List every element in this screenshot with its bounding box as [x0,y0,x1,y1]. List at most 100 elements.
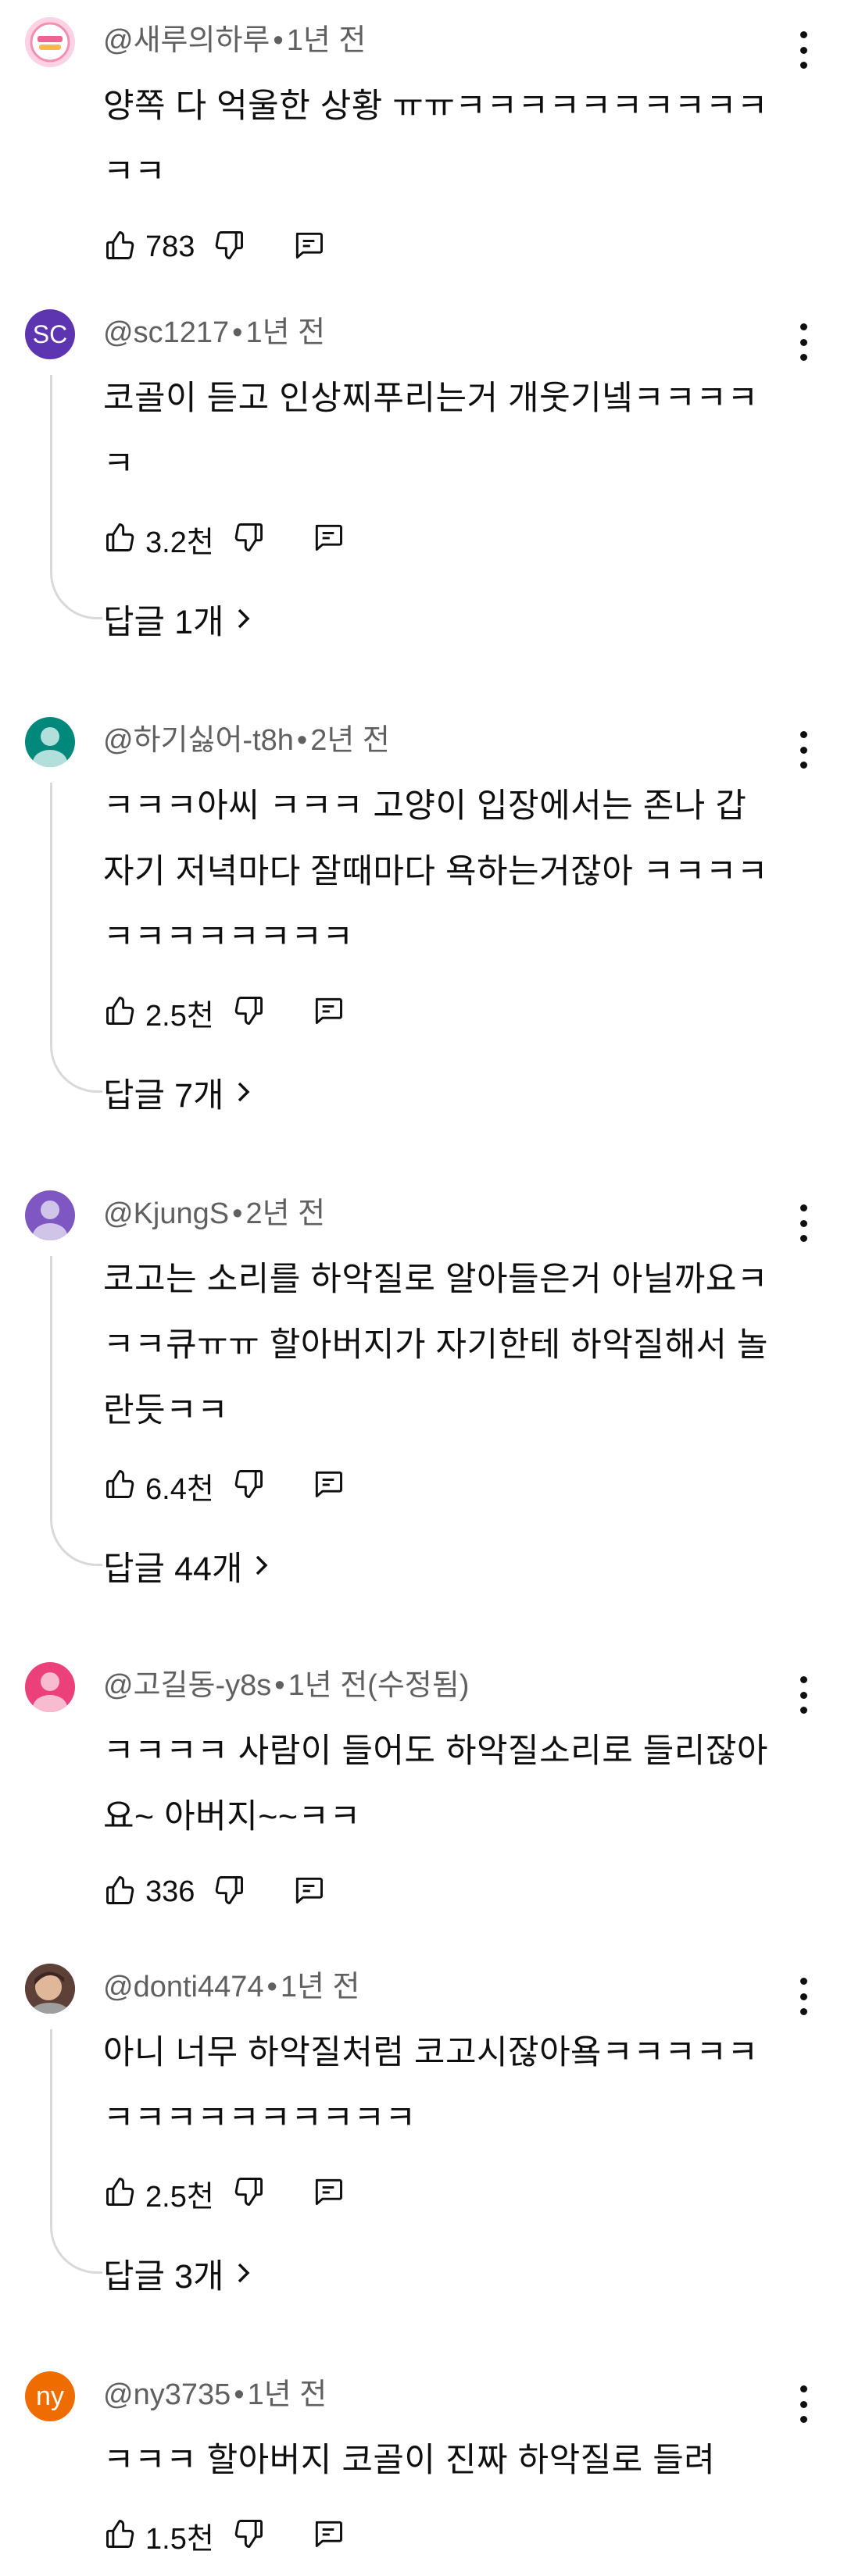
replies-label: 답글 44개 [103,1550,243,1588]
default-avatar-icon [33,1201,67,1240]
view-replies-button[interactable]: 답글 1개 [103,595,252,644]
comment-author[interactable]: @고길동-y8s [103,1669,271,1702]
avatar-letter: ny [36,2381,64,2411]
replies-label: 답글 7개 [103,1077,224,1115]
more-options-icon[interactable] [794,2385,813,2423]
like-count: 336 [145,1875,195,1908]
separator-dot: • [273,24,284,57]
dislike-icon[interactable] [231,994,266,1032]
like-icon[interactable] [103,994,138,1032]
like-icon[interactable] [103,1467,138,1505]
comment-author[interactable]: @ny3735 [103,2378,231,2411]
dislike-icon[interactable] [231,520,266,558]
comment-text: 아니 너무 하악질처럼 코고시잖아욬ㅋㅋㅋㅋㅋㅋㅋㅋㅋㅋㅋㅋㅋㅋㅋ [103,2034,759,2137]
dislike-icon[interactable] [231,1467,266,1505]
reply-icon[interactable] [311,2517,345,2555]
default-avatar-icon [33,1672,67,1712]
like-icon[interactable] [103,1873,138,1911]
more-options-icon[interactable] [794,731,813,769]
chevron-right-icon [253,1547,270,1586]
comment-text: ㅋㅋㅋ 할아버지 코골이 진짜 하악질로 들려 [103,2442,716,2479]
like-count: 783 [145,230,195,263]
avatar[interactable] [25,1662,75,1712]
comment-meta: @ny3735 • 1년 전 [103,2371,327,2418]
comment-author[interactable]: @donti4474 [103,1971,264,2003]
comment-actions: 2.5천 [103,2170,345,2217]
comment-time[interactable]: 1년 전(수정됨) [288,1669,470,1702]
separator-dot: • [232,1197,243,1230]
chevron-right-icon [235,601,252,639]
avatar[interactable]: ny [25,2371,75,2421]
view-replies-button[interactable]: 답글 44개 [103,1542,270,1590]
like-count: 2.5천 [145,2180,214,2214]
avatar[interactable]: SC [25,309,75,359]
like-count: 2.5천 [145,999,214,1033]
avatar[interactable] [25,1964,75,2014]
comment-actions: 2.5천 [103,989,345,1036]
replies-label: 답글 3개 [103,2258,224,2296]
comment-text: ㅋㅋㅋㅋ 사람이 들어도 하악질소리로 들리잖아요~ 아버지~~ㅋㅋ [103,1732,768,1836]
comment-time[interactable]: 1년 전 [248,2378,327,2411]
comment-actions: 783 [103,223,326,270]
more-options-icon[interactable] [794,1204,813,1242]
separator-dot: • [274,1669,285,1702]
avatar-letter: SC [32,319,68,348]
more-options-icon[interactable] [794,1676,813,1714]
reply-icon[interactable] [311,1467,345,1505]
comment-meta: @KjungS • 2년 전 [103,1190,325,1237]
reply-icon[interactable] [311,994,345,1032]
dislike-icon[interactable] [212,228,246,266]
reply-icon[interactable] [311,2175,345,2213]
dislike-icon[interactable] [212,1873,246,1911]
thread-line [50,375,102,619]
more-options-icon[interactable] [794,1978,813,2015]
separator-dot: • [296,724,308,757]
avatar[interactable] [25,717,75,767]
like-icon[interactable] [103,228,138,266]
like-count: 6.4천 [145,1472,214,1506]
comment-actions: 336 [103,1868,326,1915]
comment-meta: @하기싫어-t8h • 2년 전 [103,717,390,764]
dislike-icon[interactable] [231,2517,266,2555]
avatar-photo-icon [25,1964,75,2014]
like-count: 1.5천 [145,2522,214,2556]
thread-line [50,783,102,1093]
more-options-icon[interactable] [794,31,813,69]
view-replies-button[interactable]: 답글 7개 [103,1069,252,1117]
default-avatar-icon [33,727,67,767]
comment-text: 코골이 듣고 인상찌푸리는거 개웃기넼ㅋㅋㅋㅋㅋ [103,380,759,483]
comment-actions: 1.5천 [103,2512,345,2559]
avatar-image-icon [25,17,75,67]
comment-time[interactable]: 2년 전 [245,1197,325,1230]
more-options-icon[interactable] [794,323,813,361]
comment-time[interactable]: 1년 전 [245,316,325,349]
like-icon[interactable] [103,2175,138,2213]
view-replies-button[interactable]: 답글 3개 [103,2250,252,2298]
reply-icon[interactable] [291,1873,326,1911]
chevron-right-icon [235,2255,252,2293]
comment-author[interactable]: @sc1217 [103,316,229,349]
chevron-right-icon [235,1074,252,1112]
reply-icon[interactable] [291,228,326,266]
comment-meta: @sc1217 • 1년 전 [103,309,325,356]
comment-author[interactable]: @새루의하루 [103,24,270,57]
comment-time[interactable]: 1년 전 [287,24,367,57]
dislike-icon[interactable] [231,2175,266,2213]
separator-dot: • [232,316,243,349]
comment-actions: 6.4천 [103,1462,345,1509]
avatar[interactable] [25,1190,75,1240]
separator-dot: • [266,1971,277,2003]
comment-text: 코고는 소리를 하악질로 알아들은거 아닐까요ㅋㅋㅋ큐ㅠㅠ 할아버지가 자기한테… [103,1261,768,1429]
comment-time[interactable]: 2년 전 [310,724,390,757]
comment-meta: @고길동-y8s • 1년 전(수정됨) [103,1662,469,1709]
comment-author[interactable]: @KjungS [103,1197,229,1230]
like-icon[interactable] [103,2517,138,2555]
comment-time[interactable]: 1년 전 [281,1971,360,2003]
reply-icon[interactable] [311,520,345,558]
separator-dot: • [234,2378,245,2411]
comment-actions: 3.2천 [103,516,345,562]
like-icon[interactable] [103,520,138,558]
comment-text: 양쪽 다 억울한 상황 ㅠㅠㅋㅋㅋㅋㅋㅋㅋㅋㅋㅋㅋㅋ [103,87,768,191]
comment-author[interactable]: @하기싫어-t8h [103,724,294,757]
avatar[interactable] [25,17,75,67]
